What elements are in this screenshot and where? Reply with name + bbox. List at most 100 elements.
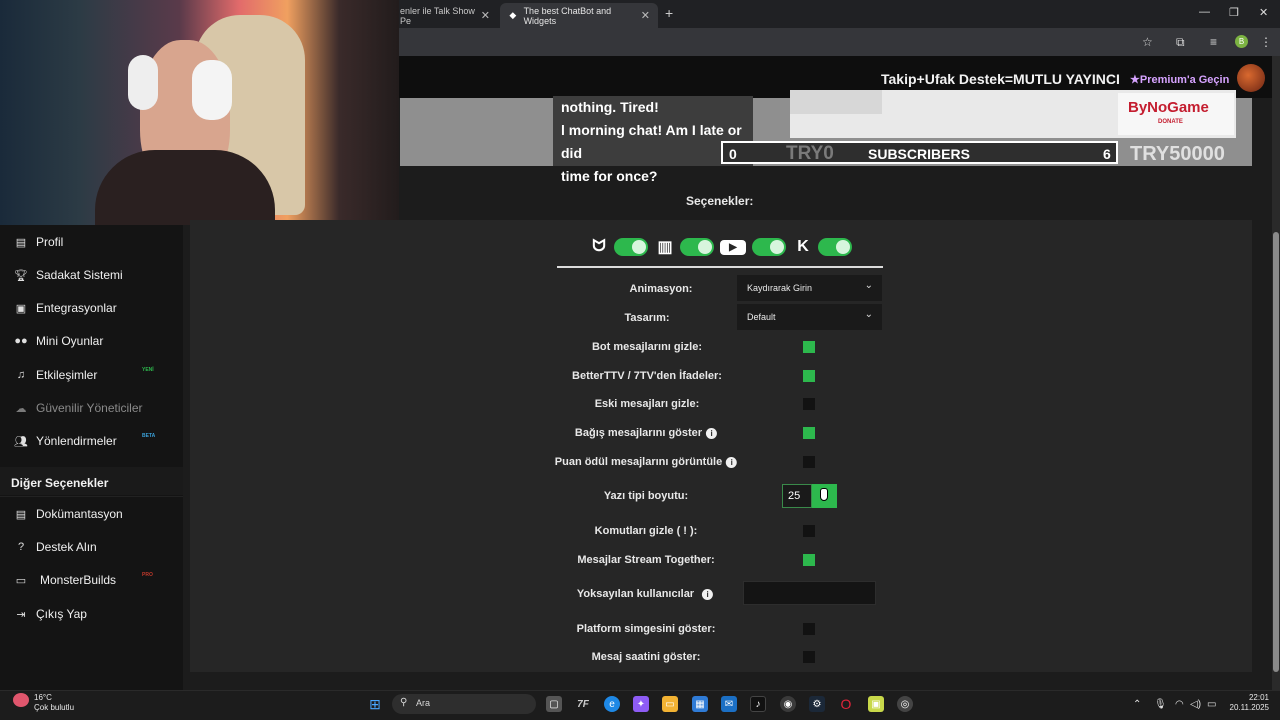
kick-alt-icon: ᗢ	[592, 238, 606, 255]
sidebar-item-cikis[interactable]: ⇥ Çıkış Yap	[14, 603, 87, 625]
sidebar-item-label: Güvenilir Yöneticiler	[36, 401, 143, 415]
wifi-icon[interactable]: ◠	[1175, 699, 1184, 710]
chat-line: time for once?	[561, 168, 658, 184]
show-donations-checkbox[interactable]	[803, 427, 815, 439]
new-tab-button[interactable]: +	[665, 5, 673, 21]
app-icon[interactable]: ◎	[897, 696, 913, 712]
platform-toggle[interactable]	[680, 238, 714, 256]
folder-icon[interactable]: ▭	[662, 696, 678, 712]
platform-toggle[interactable]	[752, 238, 786, 256]
kick-icon: K	[797, 238, 809, 255]
menu-icon[interactable]: ⋮	[1260, 35, 1272, 49]
sidebar-item-mini-oyunlar[interactable]: ●● Mini Oyunlar	[14, 330, 103, 352]
tab-title: The best ChatBot and Widgets	[523, 5, 612, 26]
ignored-users-input[interactable]	[743, 581, 876, 605]
sidebar-item-etkilesimler[interactable]: ♫ Etkileşimler	[14, 364, 97, 386]
info-icon[interactable]: i	[706, 428, 718, 439]
options-title: Seçenekler:	[686, 194, 754, 208]
option-label-row: Bağış mesajlarını göster i	[574, 427, 718, 439]
steam-icon[interactable]: ⚙	[809, 696, 825, 712]
profile-avatar[interactable]: B	[1235, 35, 1248, 48]
edge-icon[interactable]: e	[604, 696, 620, 712]
platform-toggle[interactable]	[818, 238, 852, 256]
sidebar-item-entegrasyonlar[interactable]: ▣ Entegrasyonlar	[14, 297, 117, 319]
sidebar-item-label: Çıkış Yap	[36, 607, 87, 621]
sidebar-item-label: MonsterBuilds	[40, 573, 117, 587]
weather-icon[interactable]	[13, 693, 29, 707]
platform-icon-checkbox[interactable]	[803, 623, 815, 635]
goal-count: 6	[1103, 146, 1111, 162]
platform-toggle[interactable]	[614, 238, 648, 256]
design-select[interactable]: Default ⌄	[737, 304, 882, 330]
sidebar-item-sadakat[interactable]: 🏆︎ Sadakat Sistemi	[14, 264, 123, 286]
info-icon[interactable]: i	[726, 457, 738, 468]
hide-commands-checkbox[interactable]	[803, 525, 815, 537]
app-icon[interactable]: 7F	[575, 696, 591, 712]
animation-select[interactable]: Kaydırarak Girin ⌄	[737, 275, 882, 301]
option-label-row: Puan ödül mesajlarını görüntüle i	[555, 456, 738, 468]
windows-start-icon[interactable]: ⊞	[367, 696, 383, 712]
option-label: Platform simgesini göster:	[576, 623, 716, 635]
stream-together-checkbox[interactable]	[803, 554, 815, 566]
app-icon[interactable]: ▣	[868, 696, 884, 712]
sidebar-item-destek[interactable]: ? Destek Alın	[14, 536, 97, 558]
battery-icon[interactable]: ▭	[1207, 699, 1216, 710]
sidebar-item-label: Yönlendirmeler	[36, 434, 117, 448]
opera-icon[interactable]: O	[838, 696, 854, 712]
chat-line: nothing. Tired!	[561, 99, 659, 115]
close-icon[interactable]: ✕	[481, 9, 490, 22]
sidebar-item-dokumantasyon[interactable]: ▤ Dokümantasyon	[14, 503, 123, 525]
chrome-icon[interactable]: ◉	[780, 696, 796, 712]
point-rewards-checkbox[interactable]	[803, 456, 815, 468]
sidebar-item-label: Sadakat Sistemi	[36, 268, 123, 282]
hide-bot-messages-checkbox[interactable]	[803, 341, 815, 353]
tab-chatbot[interactable]: ◆ The best ChatBot and Widgets ✕	[500, 3, 658, 28]
sidebar-item-label: Etkileşimler	[36, 368, 98, 382]
sidebar-item-guvenilir[interactable]: ☁ Güvenilir Yöneticiler	[14, 397, 143, 419]
help-icon: ?	[17, 541, 25, 553]
favicon-icon: ◆	[509, 10, 517, 20]
sidebar-item-monsterbuilds[interactable]: ▭ MonsterBuilds	[14, 569, 116, 591]
tab-talk-show[interactable]: enler ile Talk Show Pe ✕	[392, 3, 498, 28]
goal-currency-left: TRY0	[786, 143, 834, 164]
search-placeholder: Ara	[416, 698, 431, 708]
hide-old-messages-checkbox[interactable]	[803, 398, 815, 410]
premium-link[interactable]: ★Premium'a Geçin	[1130, 73, 1229, 86]
avatar[interactable]	[1237, 64, 1265, 92]
store-icon[interactable]: ▦	[692, 696, 708, 712]
chevron-up-icon[interactable]: ⌃	[1133, 699, 1141, 710]
message-time-checkbox[interactable]	[803, 651, 815, 663]
extensions-icon[interactable]: ⧉	[1176, 35, 1185, 50]
youtube-icon: ▶	[720, 239, 746, 255]
sidebar-item-profil[interactable]: ▤ Profil	[14, 231, 64, 253]
star-icon[interactable]: ☆	[1142, 35, 1153, 49]
media-icon[interactable]: ≡	[1210, 35, 1217, 49]
divider	[557, 266, 883, 268]
option-label: Bağış mesajlarını göster	[574, 427, 703, 439]
close-window-icon[interactable]: ✕	[1259, 6, 1268, 19]
taskbar-clock[interactable]: 22:01 20.11.2025	[1227, 693, 1269, 713]
info-icon[interactable]: i	[702, 589, 714, 600]
mail-icon[interactable]: ✉	[721, 696, 737, 712]
microphone-icon[interactable]: 🎙︎	[1154, 699, 1167, 710]
task-view-icon[interactable]: ▢	[546, 696, 562, 712]
bttv-emotes-checkbox[interactable]	[803, 370, 815, 382]
scrollbar-thumb[interactable]	[1273, 232, 1279, 672]
close-icon[interactable]: ✕	[641, 9, 650, 22]
option-label: Bot mesajlarını gizle:	[591, 341, 703, 353]
weather-widget[interactable]: 16°C Çok bulutlu	[34, 693, 74, 713]
restore-icon[interactable]: ❐	[1229, 6, 1239, 19]
copilot-icon[interactable]: ✦	[633, 696, 649, 712]
taskbar-search[interactable]: ⚲ Ara	[392, 694, 536, 714]
tiktok-icon[interactable]: ♪	[750, 696, 766, 712]
document-icon: ▤	[15, 508, 27, 521]
webcam-overlay	[0, 0, 399, 225]
minimize-icon[interactable]: —	[1199, 6, 1210, 18]
headphone-shape	[192, 60, 232, 120]
font-size-input[interactable]: 25	[782, 484, 812, 508]
volume-icon[interactable]: ◁)	[1190, 699, 1201, 710]
animation-value: Kaydırarak Girin	[747, 283, 813, 293]
design-value: Default	[747, 312, 776, 322]
sidebar-item-yonlendirmeler[interactable]: 👥︎ Yönlendirmeler	[14, 430, 117, 452]
users-icon: ☁	[15, 402, 27, 415]
